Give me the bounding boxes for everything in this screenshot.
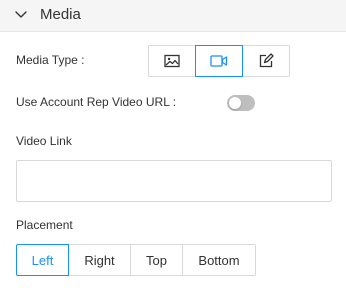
account-rep-video-toggle[interactable]	[227, 95, 255, 111]
video-link-label: Video Link	[16, 134, 72, 148]
placement-label: Placement	[16, 218, 73, 232]
media-type-image-button[interactable]	[148, 45, 196, 77]
media-type-edit-button[interactable]	[242, 45, 290, 77]
media-type-selector	[148, 45, 290, 77]
image-icon	[164, 54, 180, 68]
placement-right-button[interactable]: Right	[68, 244, 131, 276]
account-rep-video-label: Use Account Rep Video URL :	[16, 95, 177, 109]
placement-bottom-button[interactable]: Bottom	[182, 244, 256, 276]
placement-top-button[interactable]: Top	[130, 244, 183, 276]
media-type-label: Media Type :	[16, 53, 85, 67]
media-panel: Media Media Type : Use Account Rep Video…	[0, 0, 346, 302]
chevron-down-icon[interactable]	[14, 8, 28, 22]
placement-left-button[interactable]: Left	[16, 244, 69, 276]
edit-icon	[259, 53, 274, 68]
media-type-video-button[interactable]	[195, 45, 243, 77]
video-icon	[210, 55, 228, 67]
toggle-knob	[229, 97, 241, 109]
placement-selector: Left Right Top Bottom	[16, 244, 256, 276]
section-title: Media	[40, 6, 81, 23]
section-header[interactable]: Media	[0, 0, 346, 32]
video-link-input[interactable]	[16, 160, 332, 202]
